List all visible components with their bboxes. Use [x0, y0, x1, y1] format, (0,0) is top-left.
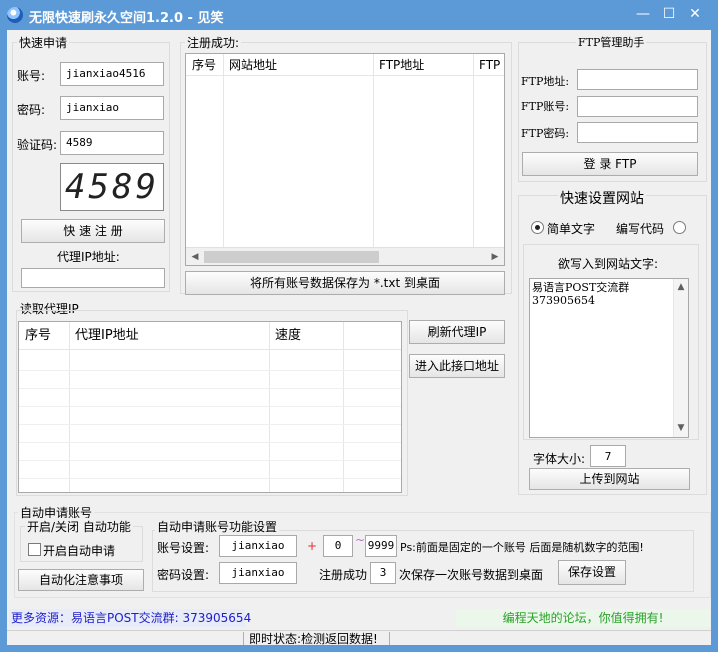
status-separator: [389, 632, 390, 645]
grid-line: [19, 478, 401, 479]
scroll-up-icon[interactable]: ▲: [674, 280, 688, 294]
column-divider: [223, 54, 224, 265]
forum-text[interactable]: 编程天地的论坛，你值得拥有!: [456, 609, 710, 627]
site-text-area[interactable]: 易语言POST交流群 373905654 ▲ ▼: [529, 278, 689, 438]
auto-apply-checkbox[interactable]: [28, 543, 41, 556]
account-prefix-input[interactable]: jianxiao: [219, 535, 297, 557]
register-success-list[interactable]: 序号 网站地址 FTP地址 FTP ◀ ▶: [185, 53, 505, 266]
grid-line: [19, 424, 401, 425]
column-divider: [473, 54, 474, 265]
range-from-input[interactable]: 0: [323, 535, 353, 557]
auto-notes-button[interactable]: 自动化注意事项: [18, 569, 144, 591]
ftp-address-label: FTP地址:: [521, 75, 570, 88]
column-header-speed[interactable]: 速度: [275, 324, 301, 348]
ftp-password-input[interactable]: [577, 122, 698, 143]
close-button[interactable]: ✕: [682, 4, 708, 24]
scroll-left-icon[interactable]: ◀: [188, 250, 202, 264]
radio-write-code[interactable]: [673, 221, 686, 234]
vertical-scrollbar[interactable]: ▲ ▼: [673, 279, 688, 437]
column-header-ftp[interactable]: FTP: [479, 54, 500, 76]
register-list-header: 序号 网站地址 FTP地址 FTP: [186, 54, 504, 76]
save-accounts-button[interactable]: 将所有账号数据保存为 *.txt 到桌面: [185, 271, 505, 295]
ftp-helper-title: FTP管理助手: [576, 34, 647, 50]
captcha-input[interactable]: 4589: [60, 131, 164, 155]
column-header-site[interactable]: 网站地址: [229, 54, 277, 76]
scrollbar-thumb[interactable]: [204, 251, 379, 263]
proxy-list-header: 序号 代理IP地址 速度: [19, 324, 401, 350]
scroll-down-icon[interactable]: ▼: [674, 421, 688, 435]
ftp-login-button[interactable]: 登 录 FTP: [522, 152, 698, 176]
site-setup-title: 快速设置网站: [558, 188, 646, 208]
register-success-title: 注册成功:: [185, 34, 242, 51]
column-header-index[interactable]: 序号: [192, 54, 216, 76]
column-divider: [343, 322, 344, 492]
refresh-proxy-button[interactable]: 刷新代理IP: [409, 320, 505, 344]
radio-code-label[interactable]: 编写代码: [616, 220, 664, 237]
range-hint: Ps:前面是固定的一个账号 后面是随机数字的范围!: [400, 541, 644, 554]
ftp-address-input[interactable]: [577, 69, 698, 90]
captcha-label: 验证码:: [17, 138, 58, 152]
account-label: 账号:: [17, 69, 46, 83]
info-bar: 更多资源：易语言POST交流群: 373905654 编程天地的论坛，你值得拥有…: [7, 608, 711, 628]
title-bar[interactable]: 无限快速刷永久空间1.2.0 - 见笑 — ☐ ✕: [0, 0, 718, 30]
font-size-label: 字体大小:: [533, 452, 586, 466]
more-resources-text[interactable]: 更多资源：易语言POST交流群: 373905654: [9, 609, 251, 627]
window-title: 无限快速刷永久空间1.2.0 - 见笑: [29, 11, 224, 26]
globe-icon: [7, 7, 23, 23]
grid-line: [19, 370, 401, 371]
auto-apply-checkbox-label[interactable]: 开启自动申请: [43, 542, 115, 559]
site-text-line: 易语言POST交流群: [532, 281, 630, 294]
save-every-input[interactable]: 3: [370, 562, 396, 584]
range-tilde: ~: [355, 533, 366, 547]
column-header-index[interactable]: 序号: [25, 324, 51, 348]
quick-register-button[interactable]: 快 速 注 册: [21, 219, 165, 243]
save-settings-button[interactable]: 保存设置: [558, 560, 626, 585]
ftp-account-label: FTP账号:: [521, 100, 570, 113]
site-text-line: 373905654: [532, 294, 595, 307]
column-divider: [269, 322, 270, 492]
upload-site-button[interactable]: 上传到网站: [529, 468, 690, 490]
column-divider: [373, 54, 374, 265]
auto-settings-title: 自动申请账号功能设置: [155, 518, 280, 535]
radio-simple-text-label[interactable]: 简单文字: [547, 220, 595, 237]
range-to-input[interactable]: 9999: [365, 535, 397, 557]
client-area: 快速申请 账号: jianxiao4516 密码: jianxiao 验证码: …: [7, 30, 711, 646]
enter-endpoint-button[interactable]: 进入此接口地址: [409, 354, 505, 378]
horizontal-scrollbar[interactable]: ◀ ▶: [186, 247, 504, 265]
save-every-suffix: 次保存一次账号数据到桌面: [399, 568, 544, 582]
grid-line: [19, 406, 401, 407]
proxy-ip-input[interactable]: [21, 268, 165, 288]
scroll-right-icon[interactable]: ▶: [488, 250, 502, 264]
account-input[interactable]: jianxiao4516: [60, 62, 164, 86]
maximize-button[interactable]: ☐: [656, 4, 682, 24]
column-header-ftp-address[interactable]: FTP地址: [379, 54, 424, 76]
proxy-list[interactable]: 序号 代理IP地址 速度: [18, 321, 402, 493]
account-setting-label: 账号设置:: [157, 541, 210, 555]
ftp-password-label: FTP密码:: [521, 127, 570, 140]
app-window: 无限快速刷永久空间1.2.0 - 见笑 — ☐ ✕ 快速申请 账号: jianx…: [0, 0, 718, 652]
status-bar: 即时状态:检测返回数据!: [7, 630, 711, 646]
grid-line: [19, 442, 401, 443]
column-divider: [69, 322, 70, 492]
column-header-proxy-ip[interactable]: 代理IP地址: [75, 324, 139, 348]
grid-line: [19, 388, 401, 389]
write-text-label: 欲写入到网站文字:: [558, 257, 659, 271]
radio-simple-text[interactable]: [531, 221, 544, 234]
font-size-input[interactable]: 7: [590, 445, 626, 467]
minimize-button[interactable]: —: [630, 4, 656, 24]
ftp-account-input[interactable]: [577, 96, 698, 117]
auto-toggle-title: 开启/关闭 自动功能: [25, 518, 133, 535]
status-separator: [243, 632, 244, 645]
password-input[interactable]: jianxiao: [60, 96, 164, 120]
auto-password-input[interactable]: jianxiao: [219, 562, 297, 584]
quick-apply-title: 快速申请: [17, 34, 70, 51]
status-text: 即时状态:检测返回数据!: [249, 632, 378, 646]
password-label: 密码:: [17, 103, 46, 117]
captcha-image[interactable]: 4589: [60, 163, 164, 211]
password-setting-label: 密码设置:: [157, 568, 210, 582]
plus-sign: +: [307, 539, 318, 553]
proxy-ip-label: 代理IP地址:: [57, 250, 120, 264]
save-every-label: 注册成功: [319, 568, 368, 582]
grid-line: [19, 460, 401, 461]
